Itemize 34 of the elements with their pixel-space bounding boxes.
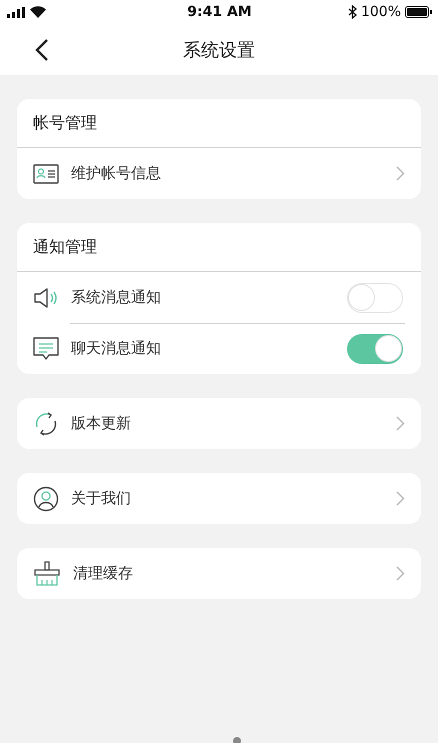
back-chevron-icon: [35, 38, 49, 62]
battery-icon: [405, 6, 432, 18]
settings-row[interactable]: 关于我们: [17, 473, 421, 524]
row-label: 版本更新: [71, 414, 132, 433]
chevron-icon: [396, 566, 405, 581]
chat-icon: [33, 336, 59, 360]
speaker-icon: [33, 286, 59, 308]
section-header: 通知管理: [17, 223, 421, 272]
bluetooth-icon: [348, 5, 357, 19]
battery-percent: 100%: [360, 4, 401, 20]
signal-icon: [7, 6, 25, 18]
chevron-icon: [396, 166, 405, 181]
refresh-icon: [33, 410, 59, 436]
settings-row[interactable]: 维护帐号信息: [17, 148, 421, 199]
wifi-icon: [30, 6, 46, 18]
person-icon: [33, 486, 59, 512]
toggle-switch[interactable]: [347, 334, 403, 364]
settings-row[interactable]: 清理缓存: [17, 548, 421, 599]
settings-row[interactable]: 版本更新: [17, 398, 421, 449]
status-time: 9:41 AM: [187, 4, 252, 20]
section-header: 帐号管理: [17, 99, 421, 148]
settings-row[interactable]: 系统消息通知: [17, 272, 421, 323]
page-indicator-dot: [233, 737, 241, 743]
settings-row[interactable]: 聊天消息通知: [17, 323, 421, 374]
row-label: 系统消息通知: [71, 288, 162, 307]
row-label: 关于我们: [71, 489, 132, 508]
chevron-icon: [396, 491, 405, 506]
broom-icon: [33, 560, 61, 586]
row-label: 聊天消息通知: [71, 339, 162, 358]
row-label: 维护帐号信息: [71, 164, 162, 183]
page-title: 系统设置: [183, 38, 255, 62]
chevron-icon: [396, 416, 405, 431]
row-label: 清理缓存: [73, 564, 134, 583]
id-card-icon: [33, 164, 59, 184]
